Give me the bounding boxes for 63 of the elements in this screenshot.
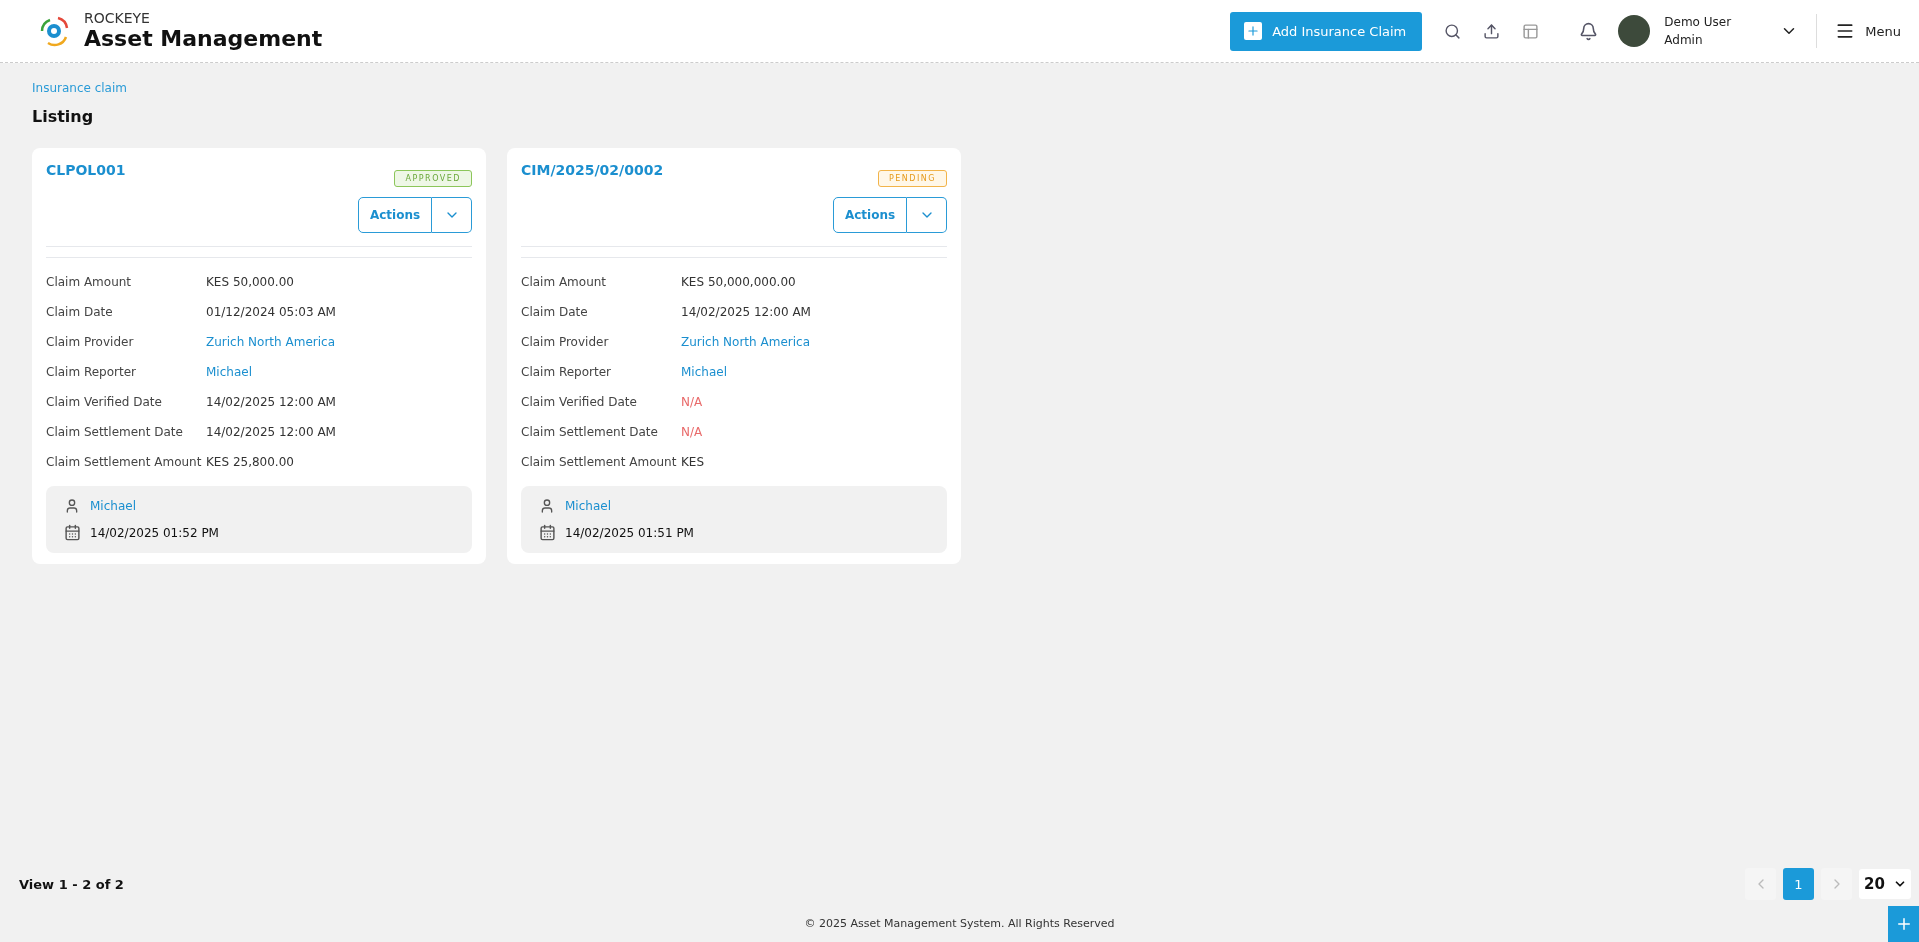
search-icon[interactable] bbox=[1444, 22, 1462, 40]
field-value: KES bbox=[681, 454, 706, 471]
field-value: N/A bbox=[681, 394, 704, 411]
brand-name: ROCKEYE bbox=[84, 11, 151, 27]
field-label: Claim Provider bbox=[46, 334, 135, 351]
plus-icon bbox=[1246, 24, 1261, 38]
field-label: Claim Provider bbox=[521, 334, 610, 351]
actions-dropdown-button[interactable] bbox=[907, 197, 947, 233]
upload-icon[interactable] bbox=[1483, 22, 1501, 40]
creator-link[interactable]: Michael bbox=[565, 499, 929, 513]
field-label: Claim Reporter bbox=[521, 364, 612, 381]
field-label: Claim Date bbox=[521, 304, 589, 321]
add-insurance-claim-button[interactable]: Add Insurance Claim bbox=[1230, 11, 1423, 51]
status-badge: PENDING bbox=[877, 170, 947, 187]
page-button[interactable]: 1 bbox=[1783, 868, 1814, 900]
field-value: KES 50,000.00 bbox=[206, 274, 295, 291]
field-label: Claim Amount bbox=[521, 274, 608, 291]
layout-icon[interactable] bbox=[1522, 22, 1540, 40]
add-button[interactable] bbox=[1888, 906, 1919, 942]
user-icon bbox=[64, 498, 80, 514]
field-value: 14/02/2025 12:00 AM bbox=[681, 304, 812, 321]
calendar-icon bbox=[64, 524, 81, 541]
notification-bell-icon[interactable] bbox=[1579, 21, 1599, 41]
field-label: Claim Settlement Date bbox=[521, 424, 659, 441]
app-title: Asset Management bbox=[84, 26, 323, 51]
field-label: Claim Settlement Amount bbox=[521, 454, 678, 471]
field-value: 14/02/2025 12:00 AM bbox=[206, 394, 337, 411]
breadcrumb-link[interactable]: Insurance claim bbox=[32, 81, 127, 95]
status-badge: APPROVED bbox=[394, 170, 472, 187]
field-value[interactable]: Michael bbox=[681, 362, 947, 382]
page-title: Listing bbox=[32, 107, 95, 126]
claim-code-link[interactable]: CIM/2025/02/0002 bbox=[521, 162, 664, 178]
calendar-icon bbox=[539, 524, 556, 541]
field-value: N/A bbox=[681, 424, 704, 441]
field-value[interactable]: Zurich North America bbox=[681, 332, 947, 352]
field-value: KES 50,000,000.00 bbox=[681, 274, 797, 291]
copyright-text: © 2025 Asset Management System. All Rights Reserved bbox=[804, 916, 1115, 930]
actions-dropdown-button[interactable] bbox=[432, 197, 472, 233]
actions-button[interactable]: Actions bbox=[833, 197, 907, 233]
menu-button[interactable]: Menu bbox=[1835, 21, 1901, 41]
created-date: 14/02/2025 01:51 PM bbox=[565, 525, 695, 540]
claim-code-link[interactable]: CLPOL001 bbox=[46, 162, 126, 178]
field-value: 14/02/2025 12:00 AM bbox=[206, 424, 337, 441]
page-size-select[interactable]: 20 bbox=[1859, 869, 1911, 899]
field-label: Claim Date bbox=[46, 304, 114, 321]
field-value: 01/12/2024 05:03 AM bbox=[206, 304, 337, 321]
field-value[interactable]: Michael bbox=[206, 362, 472, 382]
field-label: Claim Settlement Amount bbox=[46, 454, 203, 471]
user-role: Admin bbox=[1664, 32, 1704, 49]
user-name: Demo User bbox=[1664, 14, 1733, 31]
field-label: Claim Reporter bbox=[46, 364, 137, 381]
creator-link[interactable]: Michael bbox=[90, 499, 454, 513]
field-label: Claim Settlement Date bbox=[46, 424, 184, 441]
created-date: 14/02/2025 01:52 PM bbox=[90, 525, 220, 540]
field-value[interactable]: Zurich North America bbox=[206, 332, 472, 352]
field-label: Claim Verified Date bbox=[521, 394, 638, 411]
pagination-summary: View 1 - 2 of 2 bbox=[19, 876, 125, 892]
field-label: Claim Amount bbox=[46, 274, 133, 291]
user-icon bbox=[539, 498, 555, 514]
user-avatar[interactable] bbox=[1618, 15, 1651, 47]
field-value: KES 25,800.00 bbox=[206, 454, 295, 471]
actions-button[interactable]: Actions bbox=[358, 197, 432, 233]
field-label: Claim Verified Date bbox=[46, 394, 163, 411]
